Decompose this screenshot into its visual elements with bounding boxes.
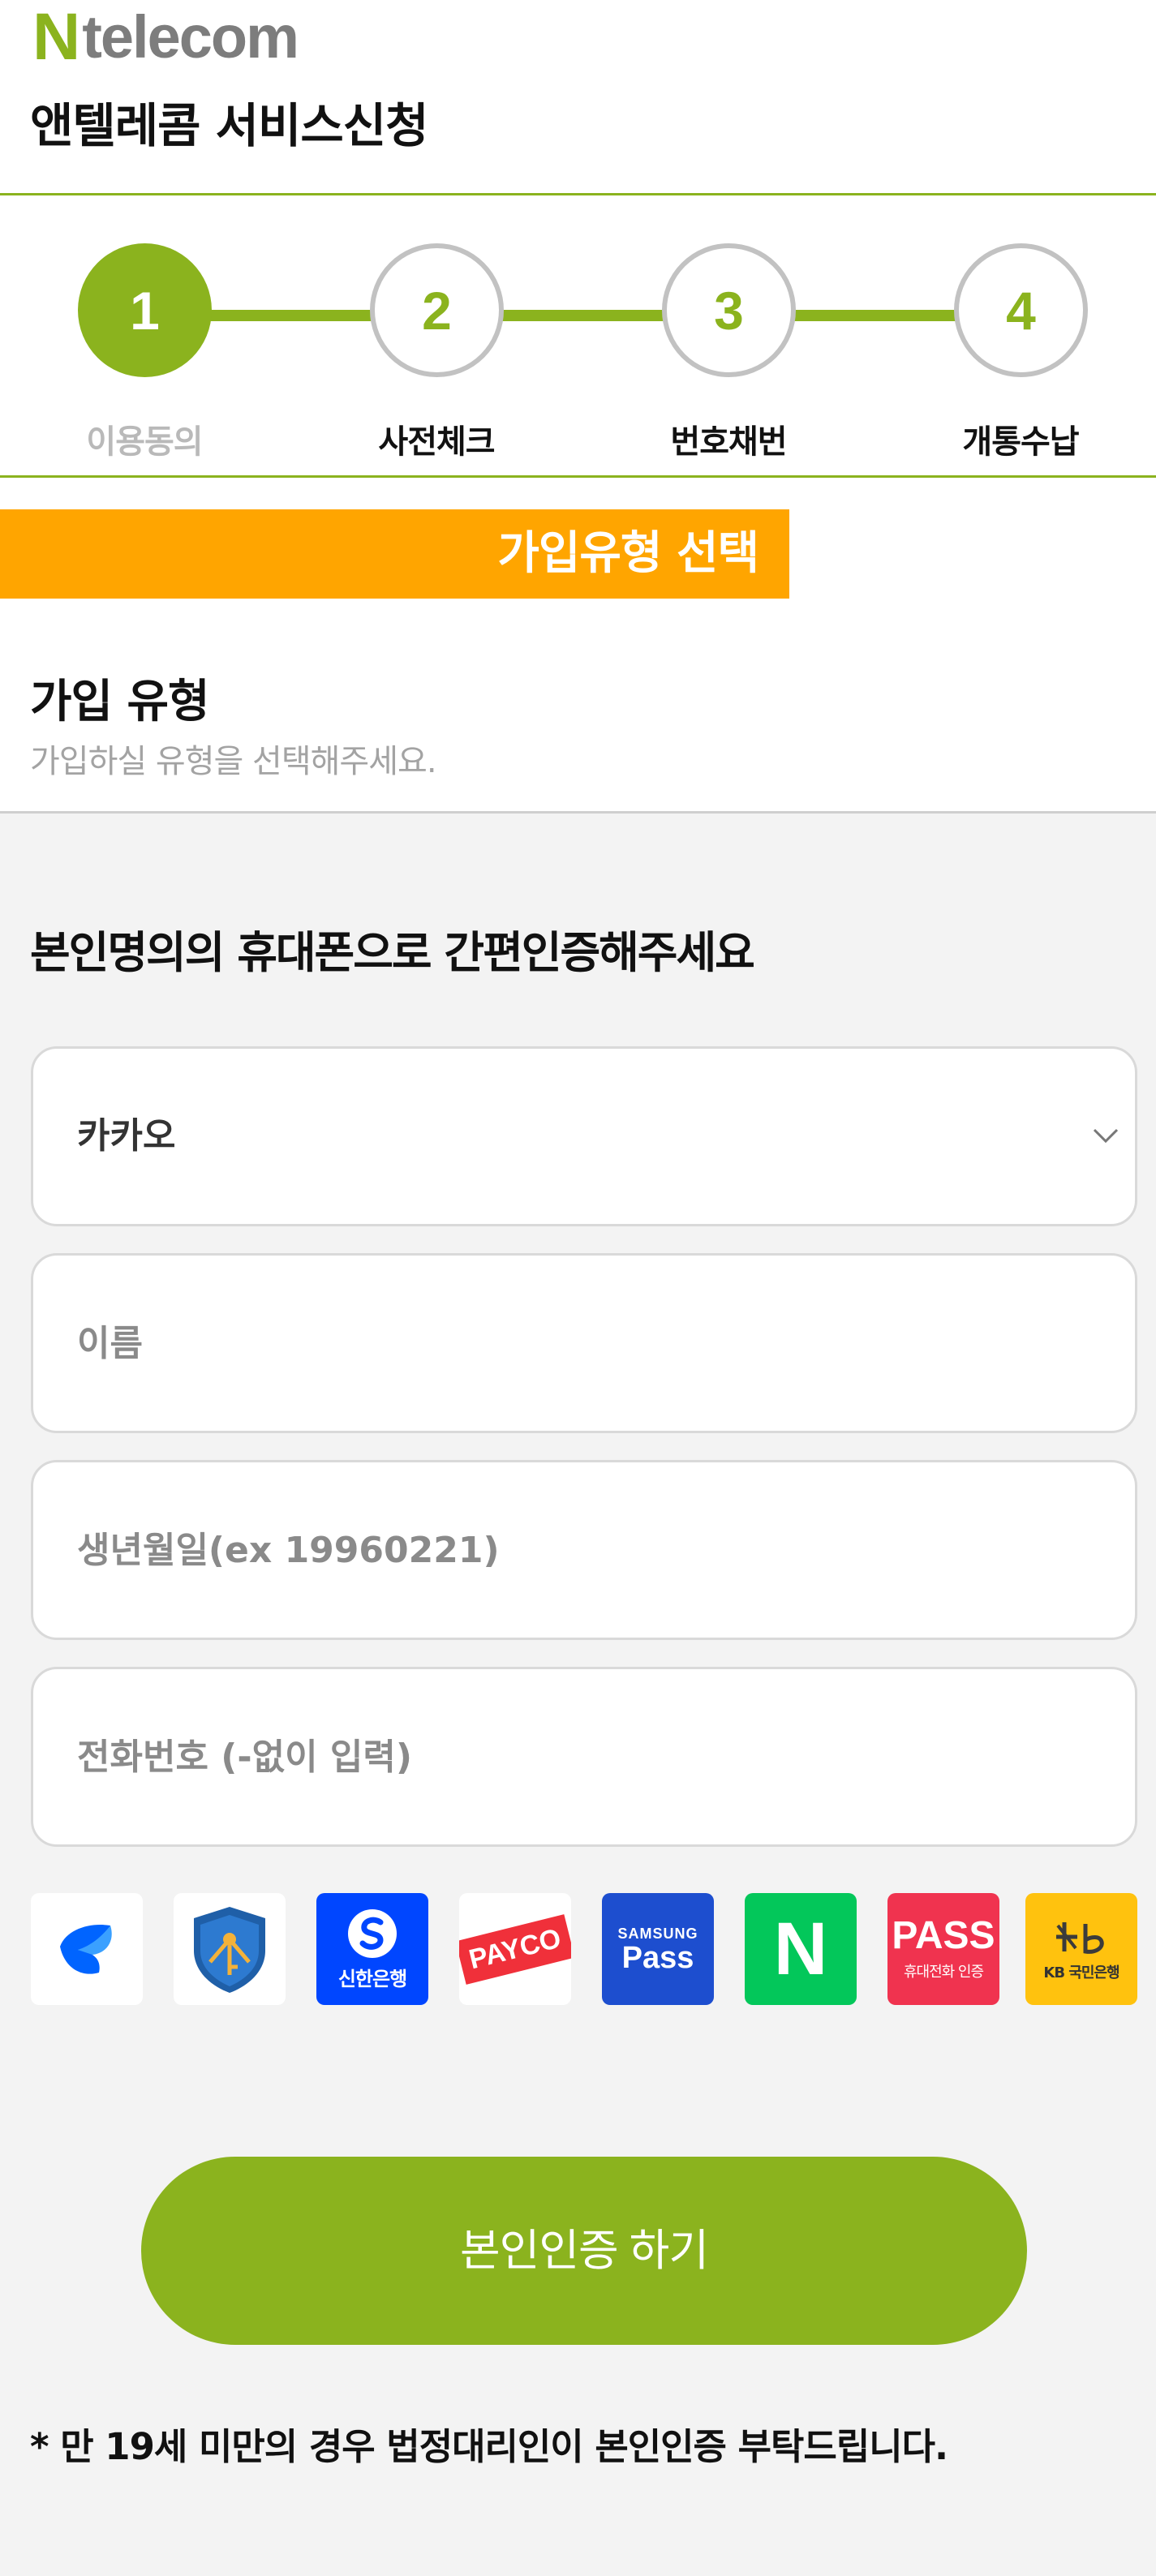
payco-icon[interactable]: PAYCO xyxy=(459,1893,571,2005)
pass-app-sublabel: 휴대전화 인증 xyxy=(903,1964,984,1981)
birthdate-input[interactable] xyxy=(77,1462,1083,1638)
step-3-label: 번호채번 xyxy=(670,423,787,461)
shinhan-icon[interactable]: 신한은행 xyxy=(316,1893,428,2005)
stepper-divider xyxy=(0,475,1156,478)
page-title: 앤텔레콤 서비스신청 xyxy=(30,98,428,153)
step-1-circle: 1 xyxy=(78,243,212,377)
step-3-circle: 3 xyxy=(662,243,796,377)
naver-label: N xyxy=(773,1908,828,1990)
kb-icon[interactable]: KB 국민은행 xyxy=(1025,1893,1137,2005)
shinhan-label: 신한은행 xyxy=(337,1967,407,1990)
samsung-label: SAMSUNG xyxy=(617,1925,698,1942)
section-divider xyxy=(0,811,1156,814)
step-4-label: 개통수납 xyxy=(962,423,1079,461)
logo-text: telecom xyxy=(82,3,299,71)
pass-icon[interactable]: PASS 휴대전화 인증 xyxy=(887,1893,999,2005)
provider-select-value: 카카오 xyxy=(77,1115,176,1157)
kb-label: KB 국민은행 xyxy=(1043,1964,1119,1981)
section-title: 가입 유형 xyxy=(30,676,210,728)
pass-label: Pass xyxy=(621,1940,694,1975)
name-field[interactable] xyxy=(31,1253,1137,1433)
ntelecom-logo: Ntelecom xyxy=(32,0,299,74)
shield-key-icon[interactable] xyxy=(174,1893,286,2005)
progress-stepper: 1 2 3 4 이용동의 사전체크 번호채번 개통수납 xyxy=(0,195,1156,474)
stepper-track xyxy=(144,310,1012,321)
payco-label: PAYCO xyxy=(459,1913,571,1985)
naver-icon[interactable]: N xyxy=(745,1893,857,2005)
pass-app-label: PASS xyxy=(892,1914,995,1957)
name-input[interactable] xyxy=(77,1256,1083,1431)
phone-field[interactable] xyxy=(31,1667,1137,1847)
step-2-label: 사전체크 xyxy=(378,423,495,461)
verify-button[interactable]: 본인인증 하기 xyxy=(141,2157,1027,2345)
logo-letter-n: N xyxy=(32,0,80,74)
samsung-pass-icon[interactable]: SAMSUNG Pass xyxy=(602,1893,714,2005)
minor-notice: * 만 19세 미만의 경우 법정대리인이 본인인증 부탁드립니다. xyxy=(30,2425,948,2468)
chevron-down-icon xyxy=(1093,1128,1119,1144)
step-1-label: 이용동의 xyxy=(86,423,203,461)
provider-select[interactable]: 카카오 xyxy=(31,1046,1137,1226)
provider-icon-row: 신한은행 PAYCO SAMSUNG Pass N PASS 휴대전화 인증 K… xyxy=(31,1893,1137,2005)
step-4-circle: 4 xyxy=(954,243,1088,377)
toss-icon[interactable] xyxy=(31,1893,143,2005)
birthdate-field[interactable] xyxy=(31,1460,1137,1640)
step-2-circle: 2 xyxy=(370,243,504,377)
auth-title: 본인명의의 휴대폰으로 간편인증해주세요 xyxy=(30,927,755,978)
step-banner: 가입유형 선택 xyxy=(0,509,789,599)
section-subtitle: 가입하실 유형을 선택해주세요. xyxy=(30,743,437,780)
phone-input[interactable] xyxy=(77,1669,1083,1844)
